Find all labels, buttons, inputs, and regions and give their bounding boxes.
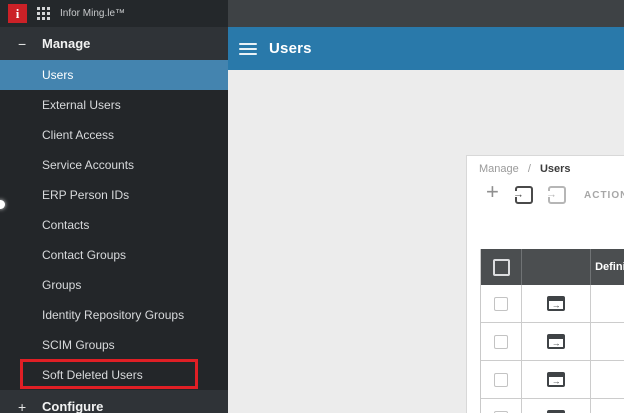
table-row: → ! — [481, 323, 624, 361]
row-checkbox[interactable] — [494, 334, 509, 349]
sidebar: − Manage Users External Users Client Acc… — [0, 27, 228, 413]
sidebar-item-service-accounts[interactable]: Service Accounts — [0, 150, 228, 180]
sidebar-section-label: Manage — [42, 36, 91, 51]
sidebar-item-client-access[interactable]: Client Access — [0, 120, 228, 150]
open-record-icon[interactable]: → — [547, 334, 566, 349]
open-record-icon[interactable]: → — [547, 296, 566, 311]
sidebar-section-configure[interactable]: + Configure — [0, 390, 228, 413]
sidebar-item-external-users[interactable]: External Users — [0, 90, 228, 120]
breadcrumb-parent[interactable]: Manage — [479, 163, 519, 175]
breadcrumb: Manage / Users — [479, 163, 571, 175]
sidebar-item-contacts[interactable]: Contacts — [0, 210, 228, 240]
expand-icon: + — [18, 398, 27, 413]
sidebar-item-contact-groups[interactable]: Contact Groups — [0, 240, 228, 270]
open-record-icon[interactable]: → — [547, 372, 566, 387]
import-users-icon[interactable]: → — [513, 186, 533, 204]
select-all-header-cell — [481, 249, 523, 285]
row-checkbox[interactable] — [494, 296, 509, 311]
users-table: Definition Complete User ID → ! → ! → ! — [480, 249, 624, 413]
import-arrow-icon: → — [546, 188, 557, 201]
table-row: → ! — [481, 285, 624, 323]
import-users-disabled-icon: → — [546, 186, 566, 204]
select-all-checkbox[interactable] — [492, 258, 510, 276]
row-action-header-cell — [522, 249, 591, 285]
content-area: Manage / Users + → → ACTION ▾ UPLOAD SYN… — [228, 70, 624, 413]
definition-complete-header: Definition Complete — [591, 249, 624, 285]
sidebar-item-identity-repository-groups[interactable]: Identity Repository Groups — [0, 300, 228, 330]
action-dropdown-label: ACTION — [584, 190, 624, 201]
page-header: Users — [228, 27, 624, 70]
arrow-right-icon: → — [549, 376, 564, 385]
import-arrow-icon: → — [513, 188, 524, 201]
brand-title: Infor Ming.le™ — [60, 8, 126, 19]
top-bar-left: i Infor Ming.le™ — [0, 0, 228, 27]
sidebar-section-manage[interactable]: − Manage — [0, 27, 228, 60]
sidebar-item-soft-deleted-users[interactable]: Soft Deleted Users — [0, 359, 228, 390]
sidebar-item-erp-person-ids[interactable]: ERP Person IDs — [0, 180, 228, 210]
breadcrumb-current: Users — [539, 163, 571, 175]
breadcrumb-separator: / — [527, 163, 531, 175]
add-user-button[interactable]: + — [486, 181, 499, 203]
hamburger-menu-icon[interactable] — [239, 40, 257, 58]
table-row: → ! — [481, 361, 624, 399]
page-title: Users — [269, 40, 312, 57]
app-grid-icon[interactable] — [37, 7, 50, 20]
sidebar-item-label: Soft Deleted Users — [42, 368, 143, 382]
row-checkbox[interactable] — [494, 372, 509, 387]
infor-logo-icon[interactable]: i — [8, 4, 27, 23]
arrow-right-icon: → — [549, 300, 564, 309]
content-panel: Manage / Users + → → ACTION ▾ UPLOAD SYN… — [466, 155, 624, 413]
collapse-icon: − — [18, 35, 27, 52]
top-bar: i Infor Ming.le™ — [0, 0, 624, 27]
table-row: → ! — [481, 399, 624, 413]
sidebar-item-groups[interactable]: Groups — [0, 270, 228, 300]
sidebar-section-label: Configure — [42, 399, 104, 413]
arrow-right-icon: → — [549, 338, 564, 347]
action-dropdown[interactable]: ACTION ▾ — [584, 190, 624, 201]
sidebar-item-scim-groups[interactable]: SCIM Groups — [0, 330, 228, 360]
sidebar-item-users[interactable]: Users — [0, 60, 228, 90]
sidebar-item-list: Users External Users Client Access Servi… — [0, 60, 228, 390]
table-header-row: Definition Complete User ID — [481, 249, 624, 285]
